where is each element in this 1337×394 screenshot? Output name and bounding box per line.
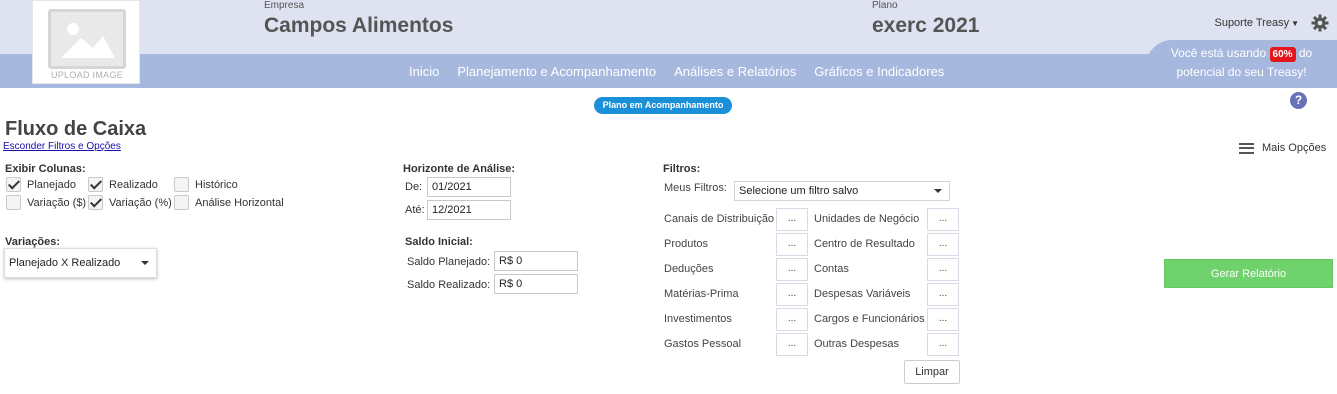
checkbox-label: Variação (%) bbox=[109, 196, 172, 209]
clear-filters-button[interactable]: Limpar bbox=[904, 360, 960, 384]
filter-label-gastos: Gastos Pessoal bbox=[664, 338, 742, 350]
checkbox-variacao-valor[interactable]: Variação ($) bbox=[6, 195, 86, 210]
company-name: Campos Alimentos bbox=[264, 14, 454, 37]
dropdown-arrow-icon bbox=[141, 261, 149, 265]
filter-label-cargos: Cargos e Funcionários bbox=[814, 313, 925, 325]
page-title: Fluxo de Caixa bbox=[5, 118, 147, 140]
nav-planejamento[interactable]: Planejamento e Acompanhamento bbox=[457, 64, 656, 79]
user-name: Suporte Treasy bbox=[1214, 17, 1290, 29]
checkbox-realizado[interactable]: Realizado bbox=[88, 177, 158, 192]
chevron-down-icon: ▼ bbox=[1291, 19, 1299, 28]
checkbox-planejado[interactable]: Planejado bbox=[6, 177, 76, 192]
hamburger-icon bbox=[1239, 142, 1254, 154]
filter-label-contas: Contas bbox=[814, 263, 849, 275]
nav-graficos[interactable]: Gráficos e Indicadores bbox=[814, 64, 944, 79]
company-label: Empresa bbox=[264, 0, 305, 11]
saved-filter-select[interactable]: Selecione um filtro salvo bbox=[734, 181, 950, 201]
checkbox-label: Variação ($) bbox=[27, 196, 87, 209]
filter-button-despesas-variaveis[interactable]: ... bbox=[927, 283, 959, 306]
filter-button-unidades[interactable]: ... bbox=[927, 208, 959, 231]
saved-filter-selected: Selecione um filtro salvo bbox=[739, 185, 859, 197]
horizon-label: Horizonte de Análise: bbox=[403, 163, 516, 175]
checkbox-icon[interactable] bbox=[88, 195, 103, 210]
checkbox-icon[interactable] bbox=[174, 177, 189, 192]
usage-percent-badge: 60% bbox=[1269, 47, 1296, 62]
filters-label: Filtros: bbox=[663, 163, 701, 175]
gear-icon[interactable] bbox=[1311, 14, 1329, 32]
filter-button-contas[interactable]: ... bbox=[927, 258, 959, 281]
usage-text-before: Você está usando bbox=[1170, 46, 1267, 60]
filter-button-materias[interactable]: ... bbox=[776, 283, 808, 306]
nav-analises[interactable]: Análises e Relatórios bbox=[674, 64, 796, 79]
filter-button-deducoes[interactable]: ... bbox=[776, 258, 808, 281]
checkbox-label: Histórico bbox=[195, 178, 238, 191]
filter-label-investimentos: Investimentos bbox=[664, 313, 732, 325]
filter-button-produtos[interactable]: ... bbox=[776, 233, 808, 256]
filter-label-produtos: Produtos bbox=[664, 238, 709, 250]
to-label: Até: bbox=[405, 204, 425, 216]
filter-button-outras[interactable]: ... bbox=[927, 333, 959, 356]
to-date-input[interactable]: 12/2021 bbox=[427, 200, 511, 220]
usage-text-after: do bbox=[1298, 46, 1313, 60]
usage-panel: Você está usando 60% do potencial do seu… bbox=[1146, 40, 1337, 88]
checkbox-icon[interactable] bbox=[88, 177, 103, 192]
main-nav: Inicio Planejamento e Acompanhamento Aná… bbox=[400, 54, 953, 88]
generate-report-button[interactable]: Gerar Relatório bbox=[1164, 259, 1333, 288]
logo-upload[interactable]: UPLOAD IMAGE bbox=[32, 0, 140, 84]
checkbox-label: Planejado bbox=[27, 178, 76, 191]
image-placeholder-icon bbox=[48, 9, 126, 69]
variations-selected: Planejado X Realizado bbox=[9, 257, 121, 269]
filter-button-cargos[interactable]: ... bbox=[927, 308, 959, 331]
initial-balance-label: Saldo Inicial: bbox=[405, 236, 473, 248]
checkbox-icon[interactable] bbox=[6, 195, 21, 210]
variations-select[interactable]: Planejado X Realizado bbox=[4, 248, 157, 278]
my-filters-label: Meus Filtros: bbox=[664, 182, 727, 194]
usage-text: Você está usando 60% do potencial do seu… bbox=[1146, 44, 1337, 82]
realized-balance-label: Saldo Realizado: bbox=[407, 279, 491, 291]
planned-balance-label: Saldo Planejado: bbox=[407, 256, 491, 268]
variations-label: Variações: bbox=[5, 236, 61, 248]
filter-button-investimentos[interactable]: ... bbox=[776, 308, 808, 331]
checkbox-icon[interactable] bbox=[6, 177, 21, 192]
help-icon[interactable]: ? bbox=[1290, 92, 1307, 109]
plan-name: exerc 2021 bbox=[872, 14, 980, 37]
filter-label-unidades: Unidades de Negócio bbox=[814, 213, 920, 225]
planned-balance-input[interactable]: R$ 0 bbox=[494, 251, 578, 271]
filter-button-canais[interactable]: ... bbox=[776, 208, 808, 231]
plan-status-badge: Plano em Acompanhamento bbox=[594, 97, 732, 114]
checkbox-historico[interactable]: Histórico bbox=[174, 177, 238, 192]
filter-label-centro: Centro de Resultado bbox=[814, 238, 915, 250]
filter-button-gastos[interactable]: ... bbox=[776, 333, 808, 356]
checkbox-label: Realizado bbox=[109, 178, 158, 191]
header-top-bar bbox=[0, 0, 1337, 54]
filter-label-despesas-variaveis: Despesas Variáveis bbox=[814, 288, 911, 300]
from-label: De: bbox=[405, 181, 423, 193]
plan-label: Plano bbox=[872, 0, 898, 11]
checkbox-analise-horizontal[interactable]: Análise Horizontal bbox=[174, 195, 284, 210]
usage-text-line2: potencial do seu Treasy! bbox=[1176, 65, 1307, 79]
realized-balance-input[interactable]: R$ 0 bbox=[494, 274, 578, 294]
upload-image-caption: UPLOAD IMAGE bbox=[50, 70, 124, 80]
checkbox-variacao-percent[interactable]: Variação (%) bbox=[88, 195, 172, 210]
filter-button-centro[interactable]: ... bbox=[927, 233, 959, 256]
more-options-label: Mais Opções bbox=[1262, 142, 1327, 154]
filter-label-outras: Outras Despesas bbox=[814, 338, 899, 350]
dropdown-arrow-icon bbox=[934, 189, 942, 193]
columns-label: Exibir Colunas: bbox=[5, 163, 86, 175]
filter-label-canais: Canais de Distribuição bbox=[664, 213, 775, 225]
filter-label-materias: Matérias-Prima bbox=[664, 288, 739, 300]
hide-filters-link[interactable]: Esconder Filtros e Opções bbox=[3, 141, 121, 152]
checkbox-icon[interactable] bbox=[174, 195, 189, 210]
nav-inicio[interactable]: Inicio bbox=[409, 64, 439, 79]
checkbox-label: Análise Horizontal bbox=[195, 196, 284, 209]
more-options-button[interactable]: Mais Opções bbox=[1239, 142, 1326, 154]
from-date-input[interactable]: 01/2021 bbox=[427, 177, 511, 197]
user-menu[interactable]: Suporte Treasy ▼ bbox=[1214, 17, 1299, 29]
filter-label-deducoes: Deduções bbox=[664, 263, 714, 275]
